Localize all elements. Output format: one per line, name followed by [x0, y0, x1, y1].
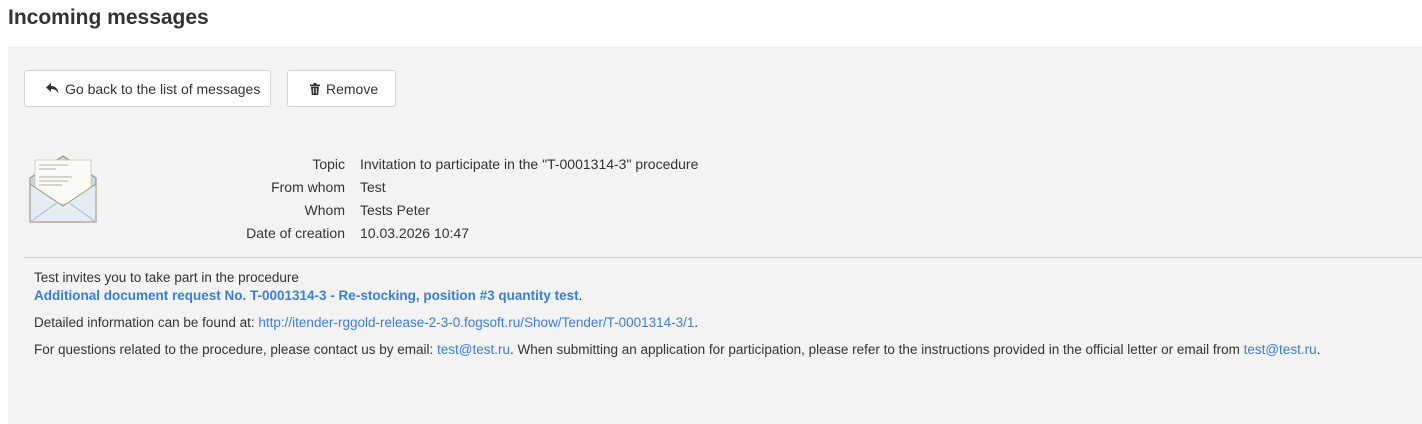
- whom-label: Whom: [304, 202, 345, 218]
- page-title: Incoming messages: [8, 6, 209, 29]
- message-meta: Topic Invitation to participate in the "…: [8, 154, 908, 246]
- remove-button[interactable]: Remove: [287, 70, 396, 107]
- details-prefix: Detailed information can be found at:: [34, 315, 259, 330]
- from-value: Test: [360, 179, 386, 195]
- invite-paragraph: Test invites you to take part in the pro…: [34, 269, 1414, 305]
- topic-value: Invitation to participate in the "T-0001…: [360, 156, 699, 172]
- message-panel: Go back to the list of messages Remove T…: [8, 46, 1422, 424]
- contact-email-link[interactable]: test@test.ru: [437, 342, 510, 357]
- topic-label: Topic: [312, 156, 345, 172]
- procedure-link[interactable]: Additional document request No. T-000131…: [34, 288, 579, 303]
- meta-row-date: Date of creation 10.03.2026 10:47: [8, 223, 908, 246]
- contact-paragraph: For questions related to the procedure, …: [34, 341, 1414, 359]
- remove-label: Remove: [326, 80, 379, 97]
- contact-prefix: For questions related to the procedure, …: [34, 342, 437, 357]
- back-to-list-button[interactable]: Go back to the list of messages: [24, 70, 271, 107]
- contact-middle: . When submitting an application for par…: [509, 342, 1244, 357]
- reply-arrow-icon: [46, 83, 59, 94]
- from-label: From whom: [271, 179, 345, 195]
- invite-text: Test invites you to take part in the pro…: [34, 270, 299, 285]
- details-url-link[interactable]: http://itender-rggold-release-2-3-0.fogs…: [258, 315, 694, 330]
- contact-email-link-2[interactable]: test@test.ru: [1244, 342, 1317, 357]
- details-suffix: .: [694, 315, 699, 330]
- divider: [24, 257, 1422, 258]
- message-body: Test invites you to take part in the pro…: [34, 269, 1414, 359]
- whom-value: Tests Peter: [360, 202, 431, 218]
- meta-row-from: From whom Test: [8, 177, 908, 200]
- details-paragraph: Detailed information can be found at: ht…: [34, 314, 1414, 332]
- procedure-link-suffix: .: [578, 288, 583, 303]
- meta-row-whom: Whom Tests Peter: [8, 200, 908, 223]
- contact-suffix: .: [1316, 342, 1321, 357]
- date-value: 10.03.2026 10:47: [360, 225, 469, 241]
- date-label: Date of creation: [246, 225, 345, 241]
- meta-row-topic: Topic Invitation to participate in the "…: [8, 154, 908, 177]
- trash-icon: [310, 82, 320, 95]
- back-to-list-label: Go back to the list of messages: [65, 80, 261, 97]
